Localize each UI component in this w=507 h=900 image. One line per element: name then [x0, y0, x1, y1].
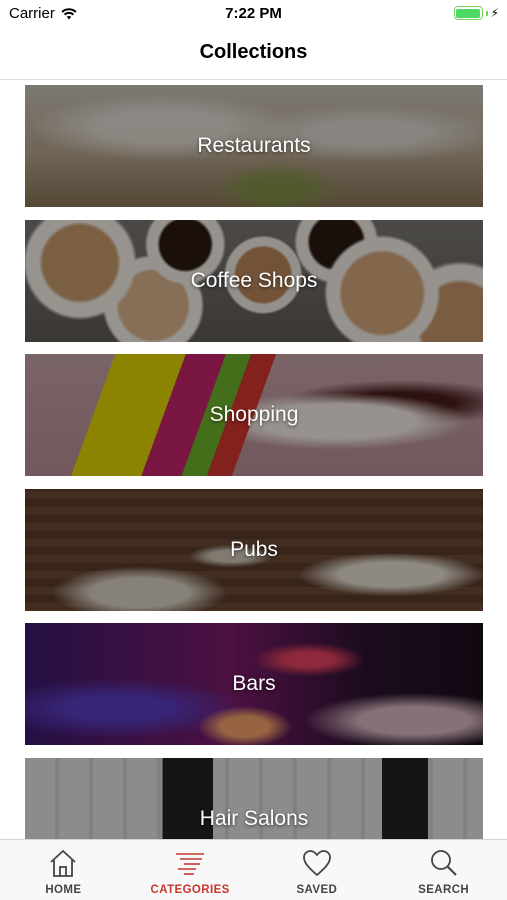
tab-saved[interactable]: SAVED — [254, 840, 381, 900]
search-icon — [430, 850, 457, 876]
tab-bar: HOME CATEGORIES SAVED SEARCH — [0, 839, 507, 900]
battery-icon — [453, 6, 483, 20]
collection-label: Bars — [232, 672, 276, 695]
battery-indicator: ⚡ — [453, 6, 499, 20]
collection-label: Coffee Shops — [190, 269, 318, 292]
navigation-bar: Collections — [0, 28, 507, 80]
status-bar: Carrier 7:22 PM ⚡ — [0, 0, 507, 28]
collection-card-shopping[interactable]: Shopping — [25, 354, 483, 476]
collection-card-bars[interactable]: Bars — [25, 623, 483, 745]
tab-search[interactable]: SEARCH — [380, 840, 507, 900]
charging-bolt-icon: ⚡ — [490, 6, 499, 20]
collection-label: Shopping — [209, 403, 299, 426]
battery-tip — [485, 10, 488, 16]
collection-card-pubs[interactable]: Pubs — [25, 489, 483, 611]
collection-label: Restaurants — [197, 134, 311, 157]
status-time: 7:22 PM — [225, 5, 282, 22]
collection-label: Hair Salons — [199, 807, 309, 830]
home-icon — [50, 850, 76, 877]
heart-icon — [302, 850, 331, 876]
page-title: Collections — [199, 41, 308, 63]
categories-icon — [176, 853, 205, 875]
battery-fill — [456, 8, 481, 18]
collection-card-hair-salons[interactable]: Hair Salons — [25, 758, 483, 839]
tab-label: HOME — [45, 884, 82, 896]
tab-label: SEARCH — [418, 884, 470, 896]
tab-home[interactable]: HOME — [0, 840, 127, 900]
collection-card-restaurants[interactable]: Restaurants — [25, 85, 483, 207]
collection-list[interactable]: Restaurants Coffee Shops Shopping Pubs B… — [0, 81, 507, 839]
tab-label: CATEGORIES — [150, 884, 230, 896]
collection-card-coffee-shops[interactable]: Coffee Shops — [25, 220, 483, 342]
tab-categories[interactable]: CATEGORIES — [127, 840, 254, 900]
tab-label: SAVED — [296, 884, 338, 896]
collection-label: Pubs — [230, 538, 278, 561]
